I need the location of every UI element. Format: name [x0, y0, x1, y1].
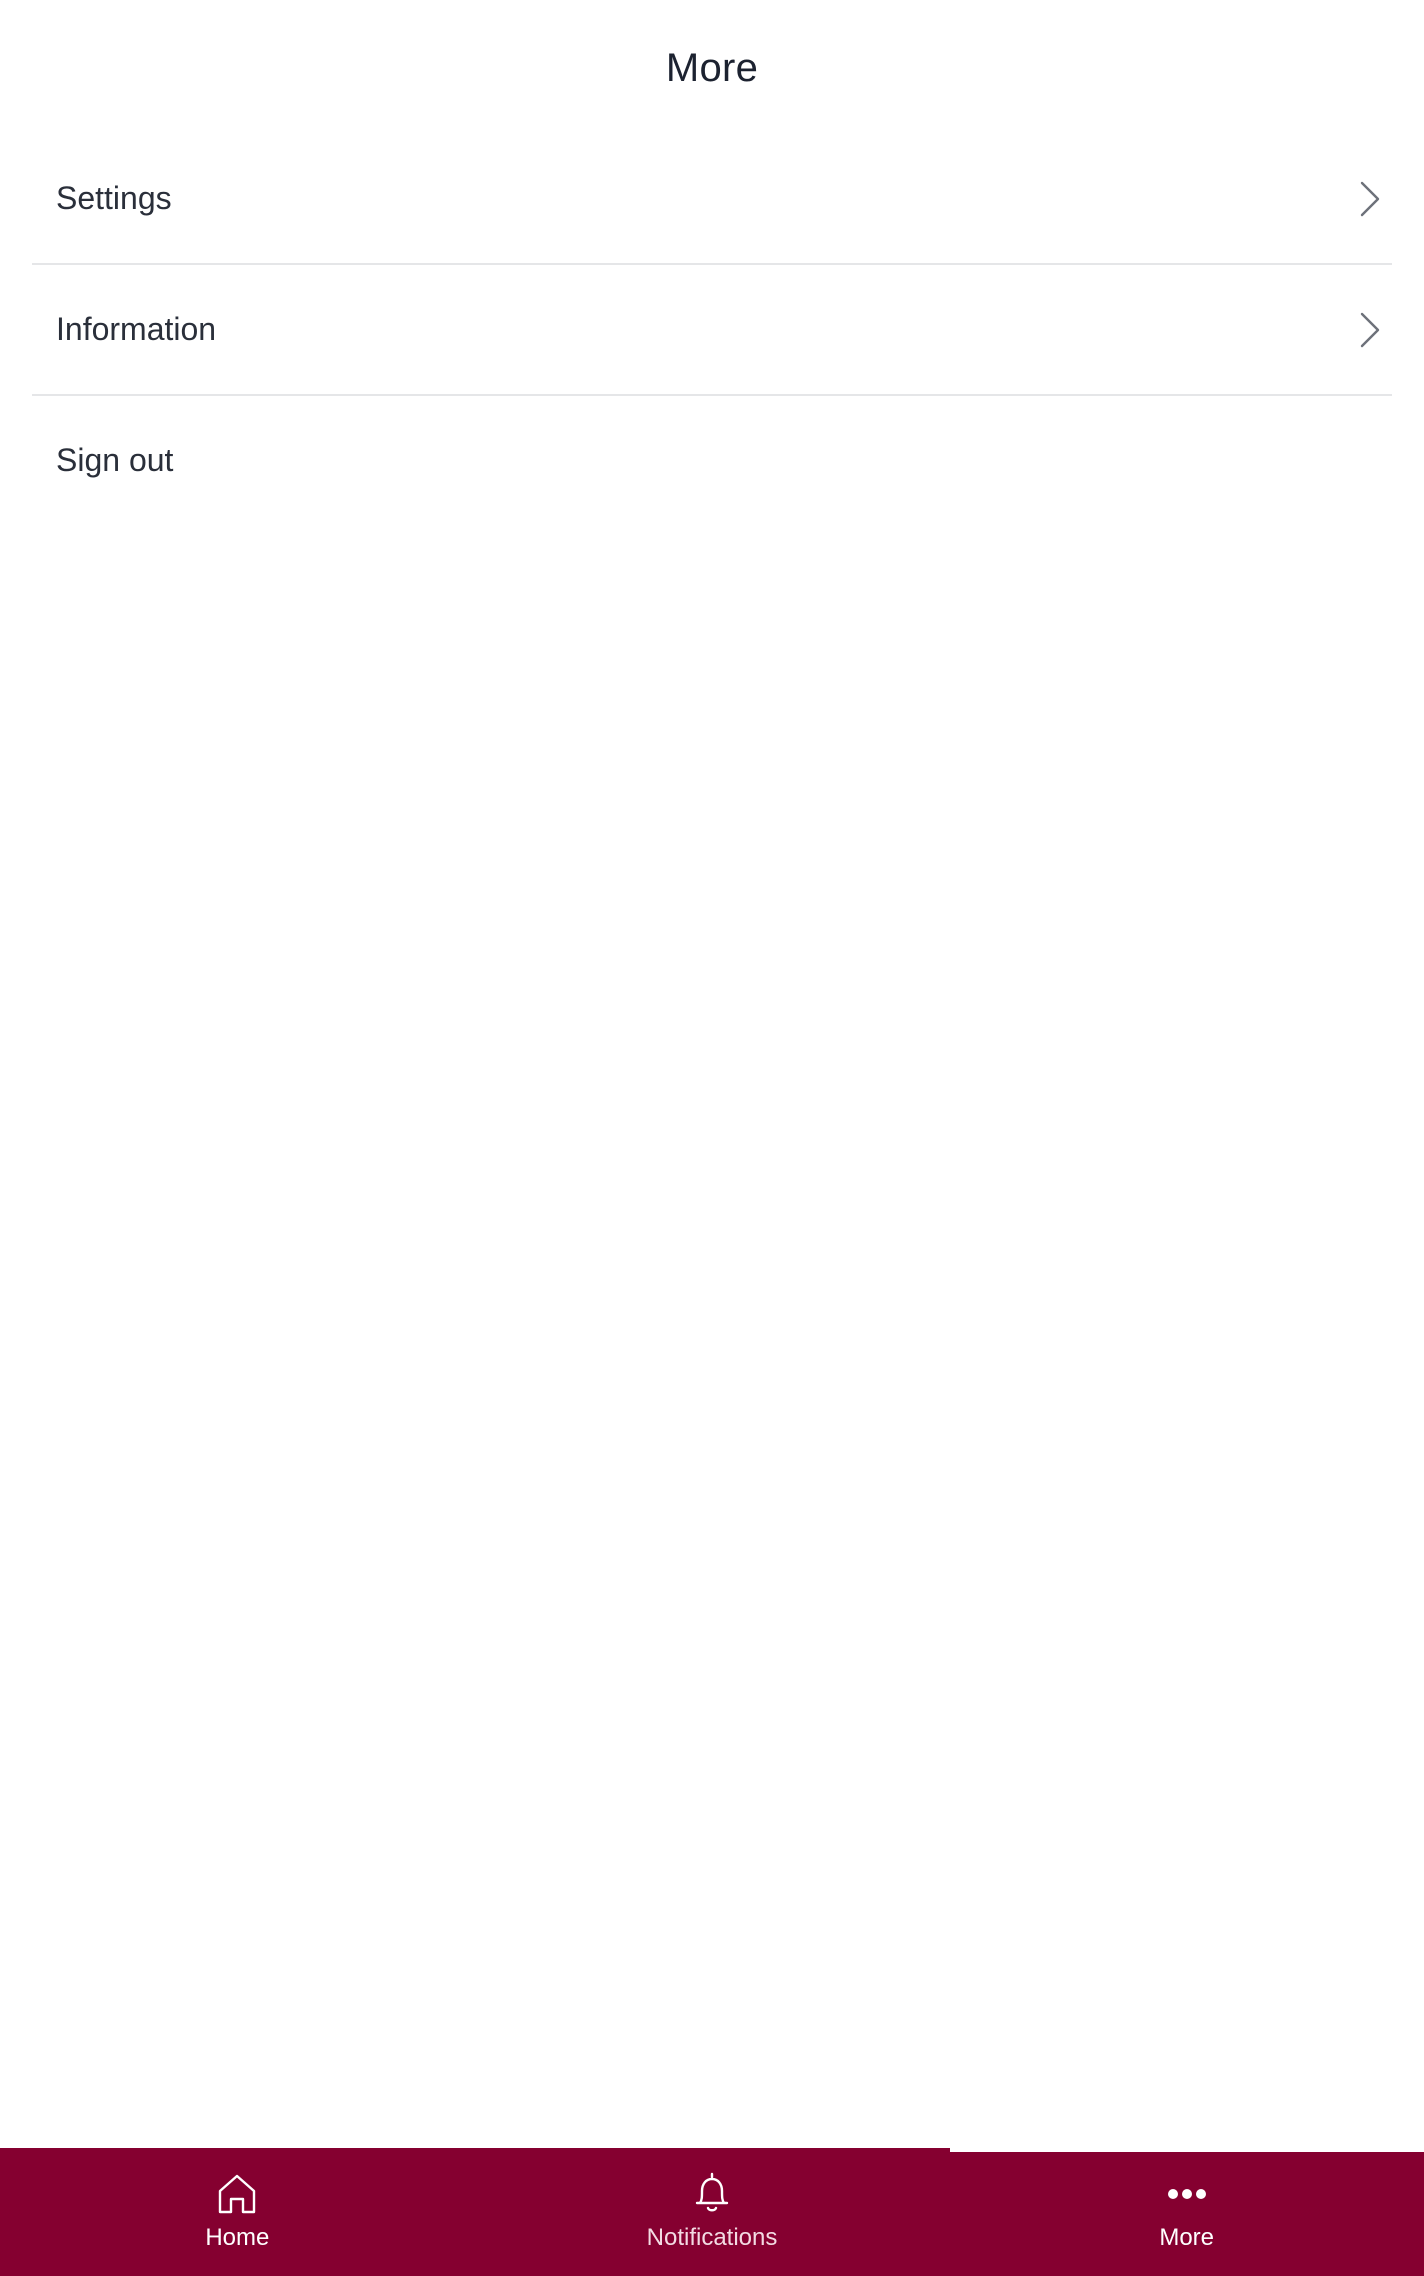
selected-tab-indicator [950, 2148, 1424, 2152]
tab-notifications[interactable]: Notifications [475, 2148, 950, 2276]
menu-item-settings[interactable]: Settings [32, 134, 1392, 265]
menu-item-label: Sign out [56, 442, 174, 478]
tab-more[interactable]: More [949, 2148, 1424, 2276]
bell-icon [695, 2172, 729, 2212]
menu-item-sign-out[interactable]: Sign out [32, 396, 1392, 525]
tab-home[interactable]: Home [0, 2148, 475, 2276]
page-title: More [665, 45, 759, 90]
more-dots-icon [1167, 2189, 1206, 2199]
tab-label: Home [205, 2224, 270, 2251]
chevron-right-icon [1360, 312, 1380, 347]
header: More [0, 0, 1424, 136]
menu-item-information[interactable]: Information [32, 265, 1392, 396]
tab-label: Notifications [646, 2224, 778, 2251]
menu-item-label: Information [56, 311, 217, 347]
menu-list: Settings Information Sign out [32, 134, 1392, 525]
home-icon [219, 2174, 256, 2214]
tab-label: More [1159, 2224, 1215, 2251]
chevron-right-icon [1360, 181, 1380, 216]
more-screen: More Settings Information Sign out Home [0, 0, 1424, 2276]
bottom-tab-bar: Home Notifications More [0, 2148, 1424, 2276]
menu-item-label: Settings [56, 180, 172, 216]
